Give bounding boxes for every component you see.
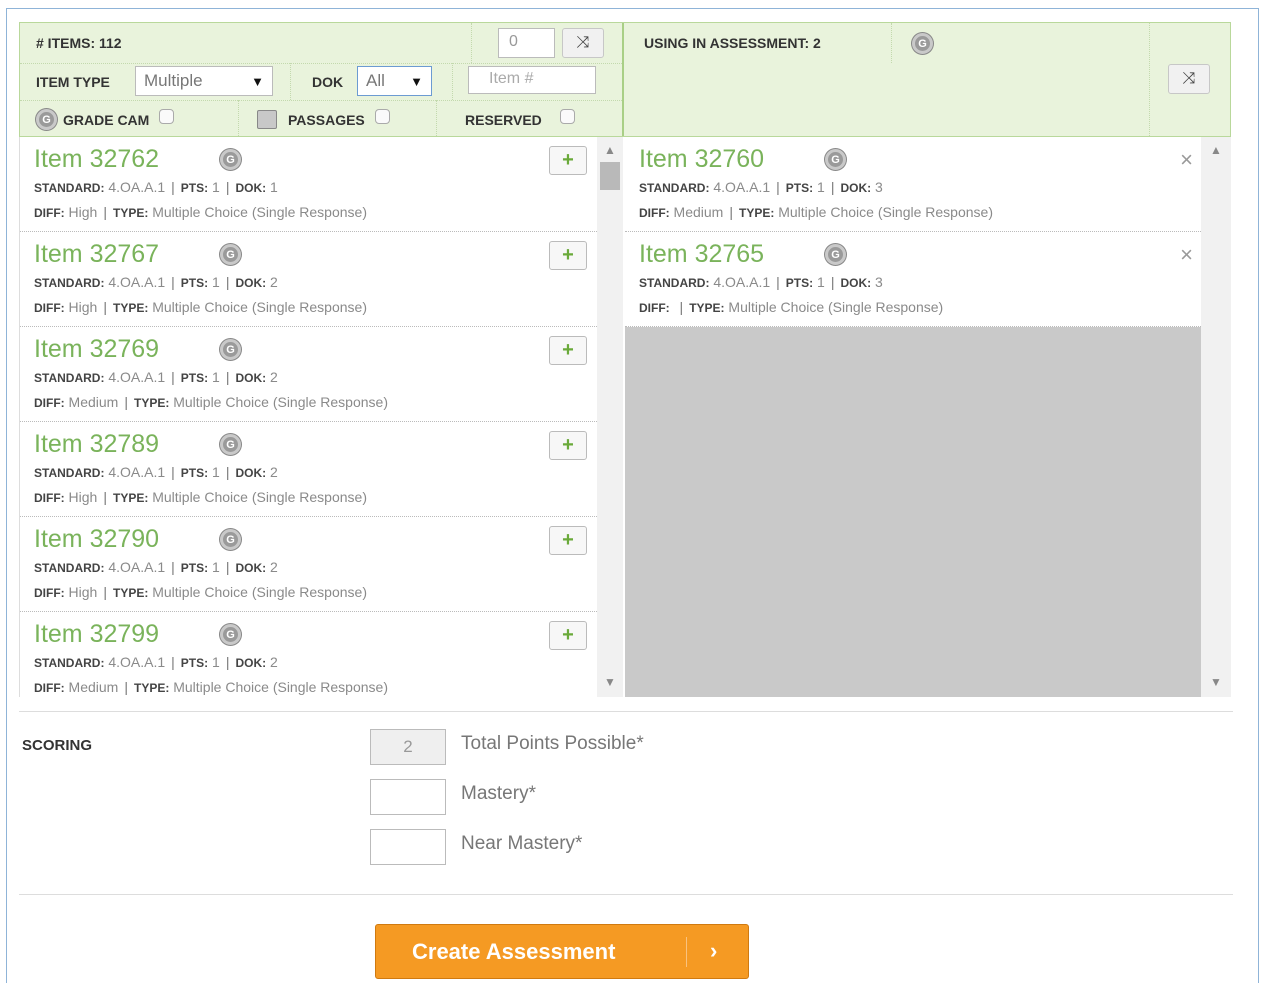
list-item: Item 32790 G STANDARD: 4.OA.A.1 | PTS: 1 | D… [20, 517, 597, 612]
list-item: Item 32789 G STANDARD: 4.OA.A.1 | PTS: 1 | D… [20, 422, 597, 517]
item-title[interactable]: Item 32760 [639, 145, 764, 174]
reserved-checkbox[interactable] [559, 109, 575, 124]
gradecam-icon: G [825, 149, 846, 170]
item-title[interactable]: Item 32765 [639, 240, 764, 269]
list-item: Item 32765 G STANDARD: 4.OA.A.1 | PTS: 1 | D… [625, 232, 1201, 327]
add-item-button[interactable]: + [549, 621, 587, 650]
total-points-label: Total Points Possible* [461, 733, 644, 754]
gradecam-icon: G [220, 244, 241, 265]
using-count-label: USING IN ASSESSMENT: 2 [644, 35, 821, 51]
item-title[interactable]: Item 32767 [34, 240, 159, 269]
dropdown-arrow-icon: ▼ [410, 73, 423, 89]
grade-cam-filter: G GRADE CAM [36, 109, 175, 130]
add-item-button[interactable]: + [549, 431, 587, 460]
item-number-input[interactable]: Item # [468, 66, 596, 94]
divider [19, 711, 1233, 712]
passages-filter: PASSAGES [257, 109, 390, 130]
item-title[interactable]: Item 32769 [34, 335, 159, 364]
shuffle-icon: ⤨ [576, 34, 590, 51]
scroll-down-icon[interactable]: ▼ [1210, 675, 1222, 689]
random-count-input[interactable]: 0 [498, 28, 555, 58]
scroll-up-icon[interactable]: ▲ [604, 143, 616, 157]
create-assessment-label: Create Assessment [412, 938, 616, 964]
remove-item-button[interactable]: × [1180, 242, 1193, 268]
item-title[interactable]: Item 32762 [34, 145, 159, 174]
gradecam-icon: G [36, 109, 57, 130]
list-item: Item 32767 G STANDARD: 4.OA.A.1 | PTS: 1 | D… [20, 232, 597, 327]
shuffle-icon: ⤨ [1182, 70, 1196, 87]
gradecam-icon: G [220, 624, 241, 645]
near-mastery-field[interactable] [370, 829, 446, 865]
total-points-field: 2 [370, 729, 446, 765]
dropdown-arrow-icon: ▼ [251, 73, 264, 89]
scroll-down-icon[interactable]: ▼ [604, 675, 616, 689]
grade-cam-checkbox[interactable] [159, 109, 175, 124]
scroll-thumb[interactable] [600, 162, 620, 190]
item-type-label: ITEM TYPE [36, 74, 110, 90]
item-count-label: # ITEMS: 112 [36, 35, 122, 51]
mastery-label: Mastery* [461, 783, 536, 804]
pool-scrollbar[interactable]: ▲ ▼ [597, 137, 623, 697]
gradecam-icon: G [912, 33, 933, 54]
create-assessment-button[interactable]: Create Assessment › [375, 924, 749, 979]
item-title[interactable]: Item 32799 [34, 620, 159, 649]
remove-item-button[interactable]: × [1180, 147, 1193, 173]
item-pool-header: # ITEMS: 112 0 ⤨ ITEM TYPE Multiple ▼ DOK… [20, 23, 624, 136]
item-title[interactable]: Item 32789 [34, 430, 159, 459]
add-item-button[interactable]: + [549, 241, 587, 270]
list-item: Item 32760 G STANDARD: 4.OA.A.1 | PTS: 1 | D… [625, 137, 1201, 232]
selected-scrollbar[interactable]: ▲ ▼ [1201, 137, 1231, 697]
gradecam-icon: G [220, 339, 241, 360]
shuffle-pool-button[interactable]: ⤨ [562, 28, 604, 58]
gradecam-icon: G [220, 529, 241, 550]
shuffle-selected-button[interactable]: ⤨ [1168, 64, 1210, 94]
dok-select[interactable]: All ▼ [357, 66, 432, 96]
grade-cam-label: GRADE CAM [63, 111, 150, 128]
dok-label: DOK [312, 74, 344, 90]
chevron-right-icon: › [710, 938, 718, 963]
list-item: Item 32799 G STANDARD: 4.OA.A.1 | PTS: 1 | D… [20, 612, 597, 697]
selected-items-list: Item 32760 G STANDARD: 4.OA.A.1 | PTS: 1 | D… [625, 137, 1201, 697]
near-mastery-label: Near Mastery* [461, 833, 583, 854]
item-title[interactable]: Item 32790 [34, 525, 159, 554]
reserved-filter: RESERVED [465, 109, 575, 130]
passages-label: PASSAGES [288, 111, 365, 128]
list-item: Item 32769 G STANDARD: 4.OA.A.1 | PTS: 1 | D… [20, 327, 597, 422]
reserved-label: RESERVED [465, 111, 542, 128]
scoring-label: SCORING [22, 737, 93, 754]
mastery-field[interactable] [370, 779, 446, 815]
filter-header: # ITEMS: 112 0 ⤨ ITEM TYPE Multiple ▼ DOK… [19, 22, 1231, 137]
add-item-button[interactable]: + [549, 146, 587, 175]
gradecam-icon: G [825, 244, 846, 265]
passages-checkbox[interactable] [374, 109, 390, 124]
item-pool-list: Item 32762 G STANDARD: 4.OA.A.1 | PTS: 1 | D… [19, 137, 597, 697]
divider [19, 894, 1233, 895]
gradecam-icon: G [220, 434, 241, 455]
passage-icon [257, 110, 277, 129]
add-item-button[interactable]: + [549, 336, 587, 365]
list-item: Item 32762 G STANDARD: 4.OA.A.1 | PTS: 1 | D… [20, 137, 597, 232]
add-item-button[interactable]: + [549, 526, 587, 555]
selected-items-header: USING IN ASSESSMENT: 2 G ⤨ [624, 23, 1230, 136]
gradecam-icon: G [220, 149, 241, 170]
item-type-select[interactable]: Multiple ▼ [135, 66, 273, 96]
scroll-up-icon[interactable]: ▲ [1210, 143, 1222, 157]
